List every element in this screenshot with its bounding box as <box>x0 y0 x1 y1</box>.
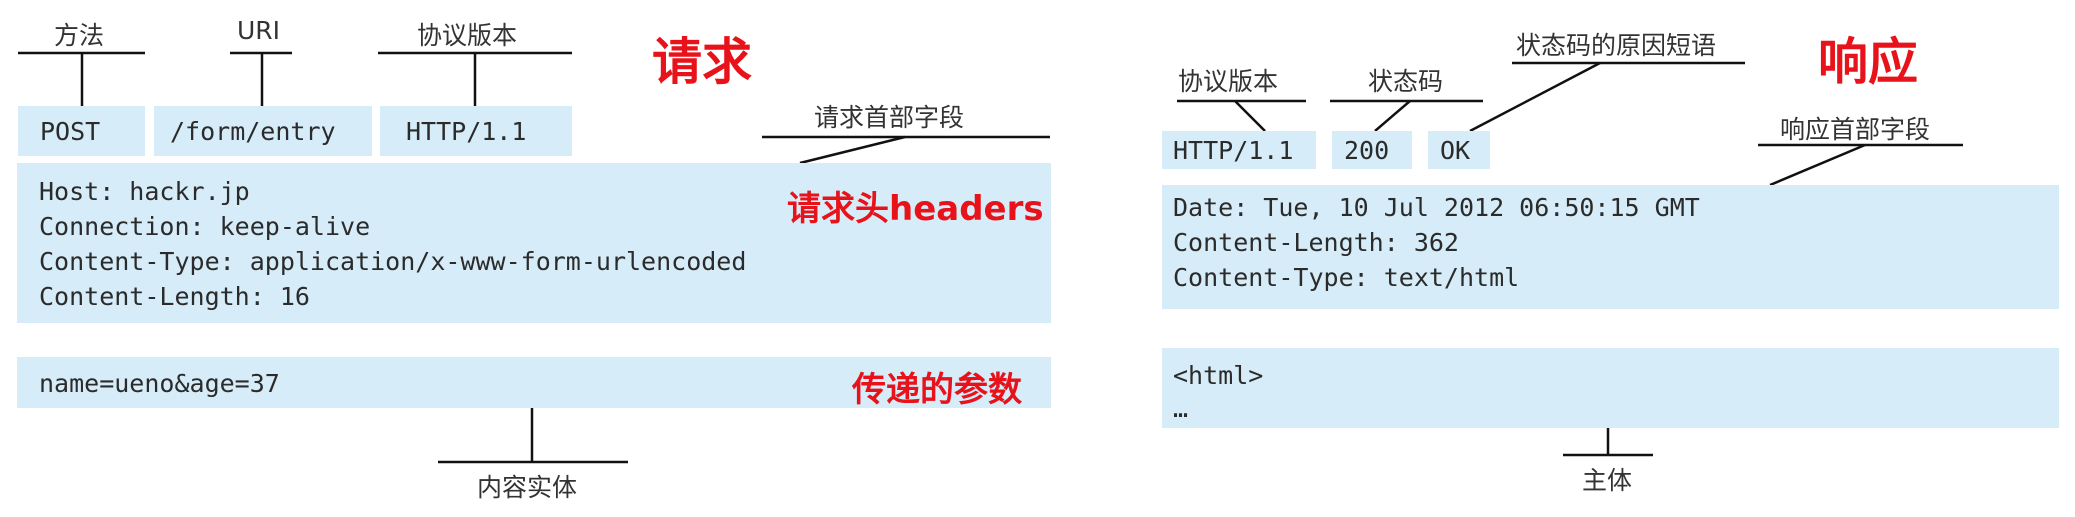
response-header-line: Content-Type: text/html <box>1173 263 1520 292</box>
status-code-box: 200 <box>1332 131 1412 169</box>
request-body-box: name=ueno&age=37 传递的参数 <box>17 357 1051 410</box>
request-body-value: name=ueno&age=37 <box>39 369 280 398</box>
status-code-value: 200 <box>1344 136 1390 165</box>
method-box: POST <box>18 106 145 156</box>
response-body-line: <html> <box>1173 361 1264 390</box>
response-body-label: 主体 <box>1582 466 1633 495</box>
response-header-line: Content-Length: 362 <box>1173 228 1459 257</box>
response-title: 响应 <box>1818 33 1918 91</box>
request-headers-box: Host: hackr.jp Connection: keep-alive Co… <box>17 163 1051 323</box>
request-version-label: 协议版本 <box>417 21 518 50</box>
reason-box: OK <box>1428 131 1490 169</box>
response-version-label: 协议版本 <box>1178 67 1279 96</box>
uri-label: URI <box>237 16 281 45</box>
request-headers-label: 请求首部字段 <box>814 103 965 132</box>
response-body-box: <html> … <box>1162 348 2059 428</box>
response-version-value: HTTP/1.1 <box>1173 136 1294 165</box>
request-header-line: Content-Type: application/x-www-form-url… <box>39 247 747 276</box>
response-version-box: HTTP/1.1 <box>1162 131 1316 169</box>
headers-annotation: 请求头headers <box>787 189 1044 229</box>
request-version-value: HTTP/1.1 <box>406 117 527 146</box>
response-body-line: … <box>1173 394 1189 423</box>
request-title: 请求 <box>652 33 752 91</box>
reason-value: OK <box>1440 136 1471 165</box>
uri-box: /form/entry <box>154 106 372 156</box>
request-header-line: Host: hackr.jp <box>39 177 250 206</box>
status-label: 状态码 <box>1368 67 1444 96</box>
response-headers-box: Date: Tue, 10 Jul 2012 06:50:15 GMT Cont… <box>1162 185 2059 309</box>
response-header-line: Date: Tue, 10 Jul 2012 06:50:15 GMT <box>1173 193 1700 222</box>
request-header-line: Connection: keep-alive <box>39 212 371 241</box>
request-header-line: Content-Length: 16 <box>39 282 310 311</box>
body-annotation: 传递的参数 <box>852 370 1022 410</box>
response-headers-label: 响应首部字段 <box>1780 115 1931 144</box>
request-body-label: 内容实体 <box>477 473 578 502</box>
method-value: POST <box>40 117 101 146</box>
method-label: 方法 <box>54 21 105 50</box>
request-version-box: HTTP/1.1 <box>380 106 572 156</box>
uri-value: /form/entry <box>170 117 336 146</box>
reason-label: 状态码的原因短语 <box>1516 31 1717 60</box>
